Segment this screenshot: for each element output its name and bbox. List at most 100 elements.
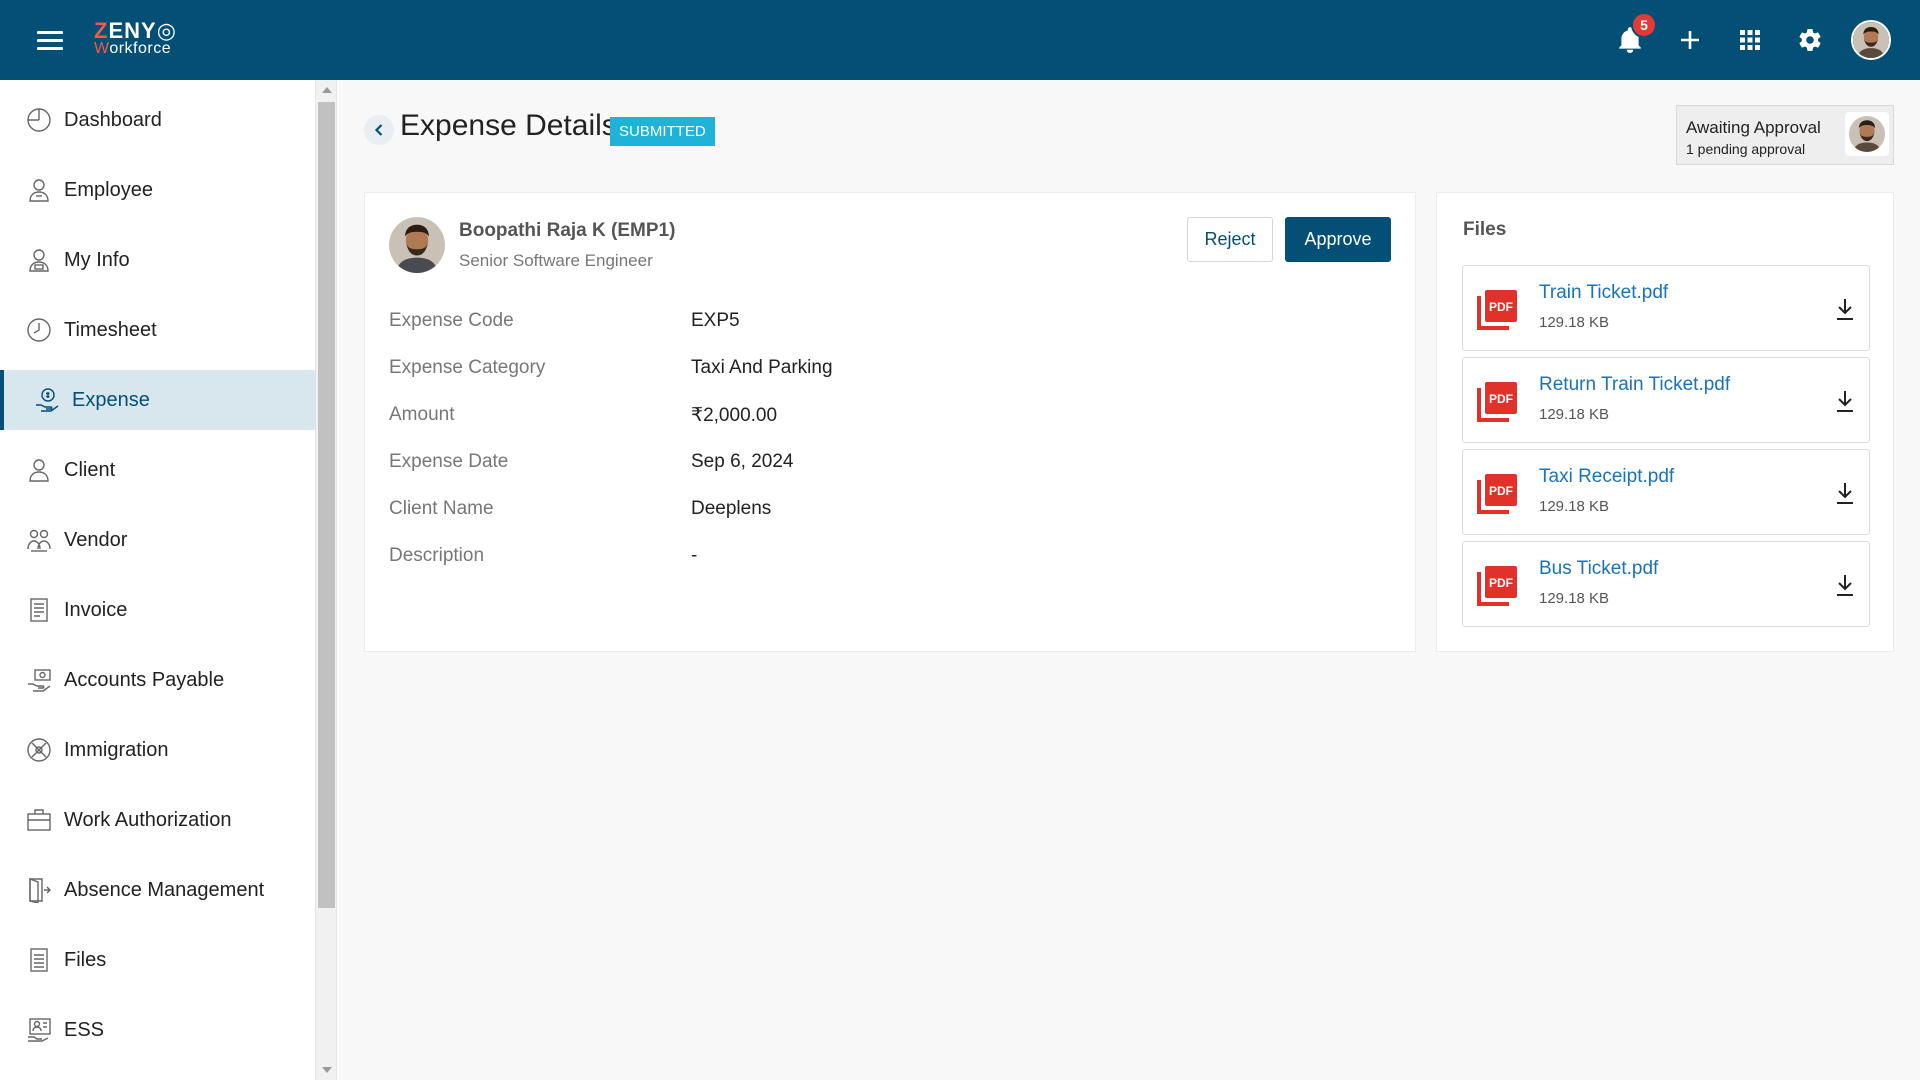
detail-value: ₹2,000.00 bbox=[691, 405, 778, 426]
download-icon[interactable] bbox=[1833, 480, 1857, 506]
expense-icon bbox=[33, 386, 61, 414]
download-icon[interactable] bbox=[1833, 572, 1857, 598]
vendor-icon bbox=[25, 526, 53, 554]
sidebar-item-label: Timesheet bbox=[64, 318, 157, 341]
svg-text:PDF: PDF bbox=[1489, 484, 1513, 498]
sidebar-item-employee[interactable]: Employee bbox=[0, 160, 316, 220]
file-name-link[interactable]: Taxi Receipt.pdf bbox=[1539, 466, 1674, 488]
employee-name: Boopathi Raja K (EMP1) bbox=[459, 220, 676, 241]
dashboard-icon bbox=[25, 106, 53, 134]
ess-icon bbox=[25, 1016, 53, 1044]
detail-label: Expense Code bbox=[389, 310, 514, 331]
sidebar-item-label: Client bbox=[64, 458, 116, 481]
approve-button[interactable]: Approve bbox=[1285, 217, 1391, 262]
globe-icon bbox=[25, 736, 53, 764]
apps-grid-icon[interactable] bbox=[1732, 22, 1768, 58]
my-info-icon bbox=[25, 246, 53, 274]
pdf-icon: PDF bbox=[1475, 286, 1521, 332]
pdf-icon: PDF bbox=[1475, 378, 1521, 424]
download-icon[interactable] bbox=[1833, 388, 1857, 414]
sidebar-scrollbar[interactable] bbox=[316, 80, 337, 1080]
sidebar-item-ess[interactable]: ESS bbox=[0, 1000, 316, 1060]
pdf-icon: PDF bbox=[1475, 562, 1521, 608]
sidebar-item-timesheet[interactable]: Timesheet bbox=[0, 300, 316, 360]
sidebar-item-vendor[interactable]: Vendor bbox=[0, 510, 316, 570]
file-size: 129.18 KB bbox=[1539, 590, 1610, 607]
file-size: 129.18 KB bbox=[1539, 314, 1610, 331]
file-item[interactable]: PDF Bus Ticket.pdf 129.18 KB bbox=[1462, 541, 1870, 627]
approval-status-box[interactable]: Awaiting Approval 1 pending approval bbox=[1676, 105, 1894, 165]
sidebar-item-label: Invoice bbox=[64, 598, 128, 621]
sidebar-item-immigration[interactable]: Immigration bbox=[0, 720, 316, 780]
top-navbar: ZENY◎ Workforce 5 bbox=[0, 0, 1920, 80]
file-size: 129.18 KB bbox=[1539, 406, 1610, 423]
sidebar-item-absence-management[interactable]: Absence Management bbox=[0, 860, 316, 920]
scroll-down-arrow-icon[interactable] bbox=[322, 1067, 332, 1073]
pdf-icon: PDF bbox=[1475, 470, 1521, 516]
detail-row-expense-date: Expense Date Sep 6, 2024 bbox=[389, 451, 1369, 481]
expense-details-card: Boopathi Raja K (EMP1) Senior Software E… bbox=[364, 192, 1416, 652]
detail-value: Taxi And Parking bbox=[691, 357, 833, 378]
reject-button[interactable]: Reject bbox=[1187, 217, 1273, 262]
detail-value: - bbox=[691, 545, 698, 566]
sidebar-item-client[interactable]: Client bbox=[0, 440, 316, 500]
sidebar-item-files[interactable]: Files bbox=[0, 930, 316, 990]
file-item[interactable]: PDF Return Train Ticket.pdf 129.18 KB bbox=[1462, 357, 1870, 443]
employee-avatar bbox=[389, 217, 445, 273]
file-item[interactable]: PDF Train Ticket.pdf 129.18 KB bbox=[1462, 265, 1870, 351]
back-button[interactable] bbox=[364, 115, 394, 145]
file-item[interactable]: PDF Taxi Receipt.pdf 129.18 KB bbox=[1462, 449, 1870, 535]
scroll-up-arrow-icon[interactable] bbox=[322, 87, 332, 93]
status-badge: SUBMITTED bbox=[610, 117, 715, 146]
svg-text:PDF: PDF bbox=[1489, 300, 1513, 314]
scrollbar-thumb[interactable] bbox=[318, 102, 335, 908]
files-title: Files bbox=[1463, 219, 1507, 240]
detail-row-expense-code: Expense Code EXP5 bbox=[389, 310, 1369, 340]
sidebar-item-dashboard[interactable]: Dashboard bbox=[0, 90, 316, 150]
page-title: Expense Details bbox=[400, 109, 617, 142]
gear-icon[interactable] bbox=[1792, 22, 1828, 58]
plus-icon[interactable] bbox=[1672, 22, 1708, 58]
svg-text:PDF: PDF bbox=[1489, 392, 1513, 406]
logo-subtext: Workforce bbox=[94, 40, 172, 57]
employee-role: Senior Software Engineer bbox=[459, 251, 653, 270]
file-icon bbox=[25, 946, 53, 974]
file-size: 129.18 KB bbox=[1539, 498, 1610, 515]
user-avatar[interactable] bbox=[1851, 20, 1891, 60]
clock-icon bbox=[25, 316, 53, 344]
sidebar-item-invoice[interactable]: Invoice bbox=[0, 580, 316, 640]
sidebar-item-expense[interactable]: Expense bbox=[0, 370, 316, 430]
chevron-left-icon bbox=[374, 124, 383, 136]
sidebar-item-work-authorization[interactable]: Work Authorization bbox=[0, 790, 316, 850]
detail-label: Description bbox=[389, 545, 485, 566]
sidebar-item-my-info[interactable]: My Info bbox=[0, 230, 316, 290]
sidebar-item-label: Accounts Payable bbox=[64, 668, 225, 691]
file-name-link[interactable]: Return Train Ticket.pdf bbox=[1539, 374, 1730, 396]
detail-value: Deeplens bbox=[691, 498, 772, 519]
detail-row-amount: Amount ₹2,000.00 bbox=[389, 404, 1369, 434]
detail-label: Amount bbox=[389, 404, 455, 425]
detail-row-client-name: Client Name Deeplens bbox=[389, 498, 1369, 528]
invoice-icon bbox=[25, 596, 53, 624]
notification-badge: 5 bbox=[1631, 12, 1657, 38]
approver-avatar bbox=[1845, 112, 1889, 156]
sidebar-item-label: Vendor bbox=[64, 528, 128, 551]
download-icon[interactable] bbox=[1833, 296, 1857, 322]
sidebar-item-label: ESS bbox=[64, 1018, 105, 1041]
file-name-link[interactable]: Train Ticket.pdf bbox=[1539, 282, 1668, 304]
detail-label: Expense Category bbox=[389, 357, 546, 378]
approval-subtitle: 1 pending approval bbox=[1686, 141, 1806, 157]
sidebar-item-accounts-payable[interactable]: Accounts Payable bbox=[0, 650, 316, 710]
employee-icon bbox=[25, 176, 53, 204]
sidebar-item-label: Immigration bbox=[64, 738, 169, 761]
detail-label: Expense Date bbox=[389, 451, 509, 472]
menu-icon[interactable] bbox=[37, 31, 63, 51]
app-logo[interactable]: ZENY◎ Workforce bbox=[94, 20, 177, 57]
sidebar: Dashboard Employee My Info Timesheet Exp… bbox=[0, 80, 316, 1080]
logo-wordmark: ZENY◎ bbox=[94, 18, 177, 43]
accounts-payable-icon bbox=[25, 666, 53, 694]
detail-row-expense-category: Expense Category Taxi And Parking bbox=[389, 357, 1369, 387]
briefcase-icon bbox=[25, 806, 53, 834]
file-name-link[interactable]: Bus Ticket.pdf bbox=[1539, 558, 1658, 580]
svg-text:PDF: PDF bbox=[1489, 576, 1513, 590]
